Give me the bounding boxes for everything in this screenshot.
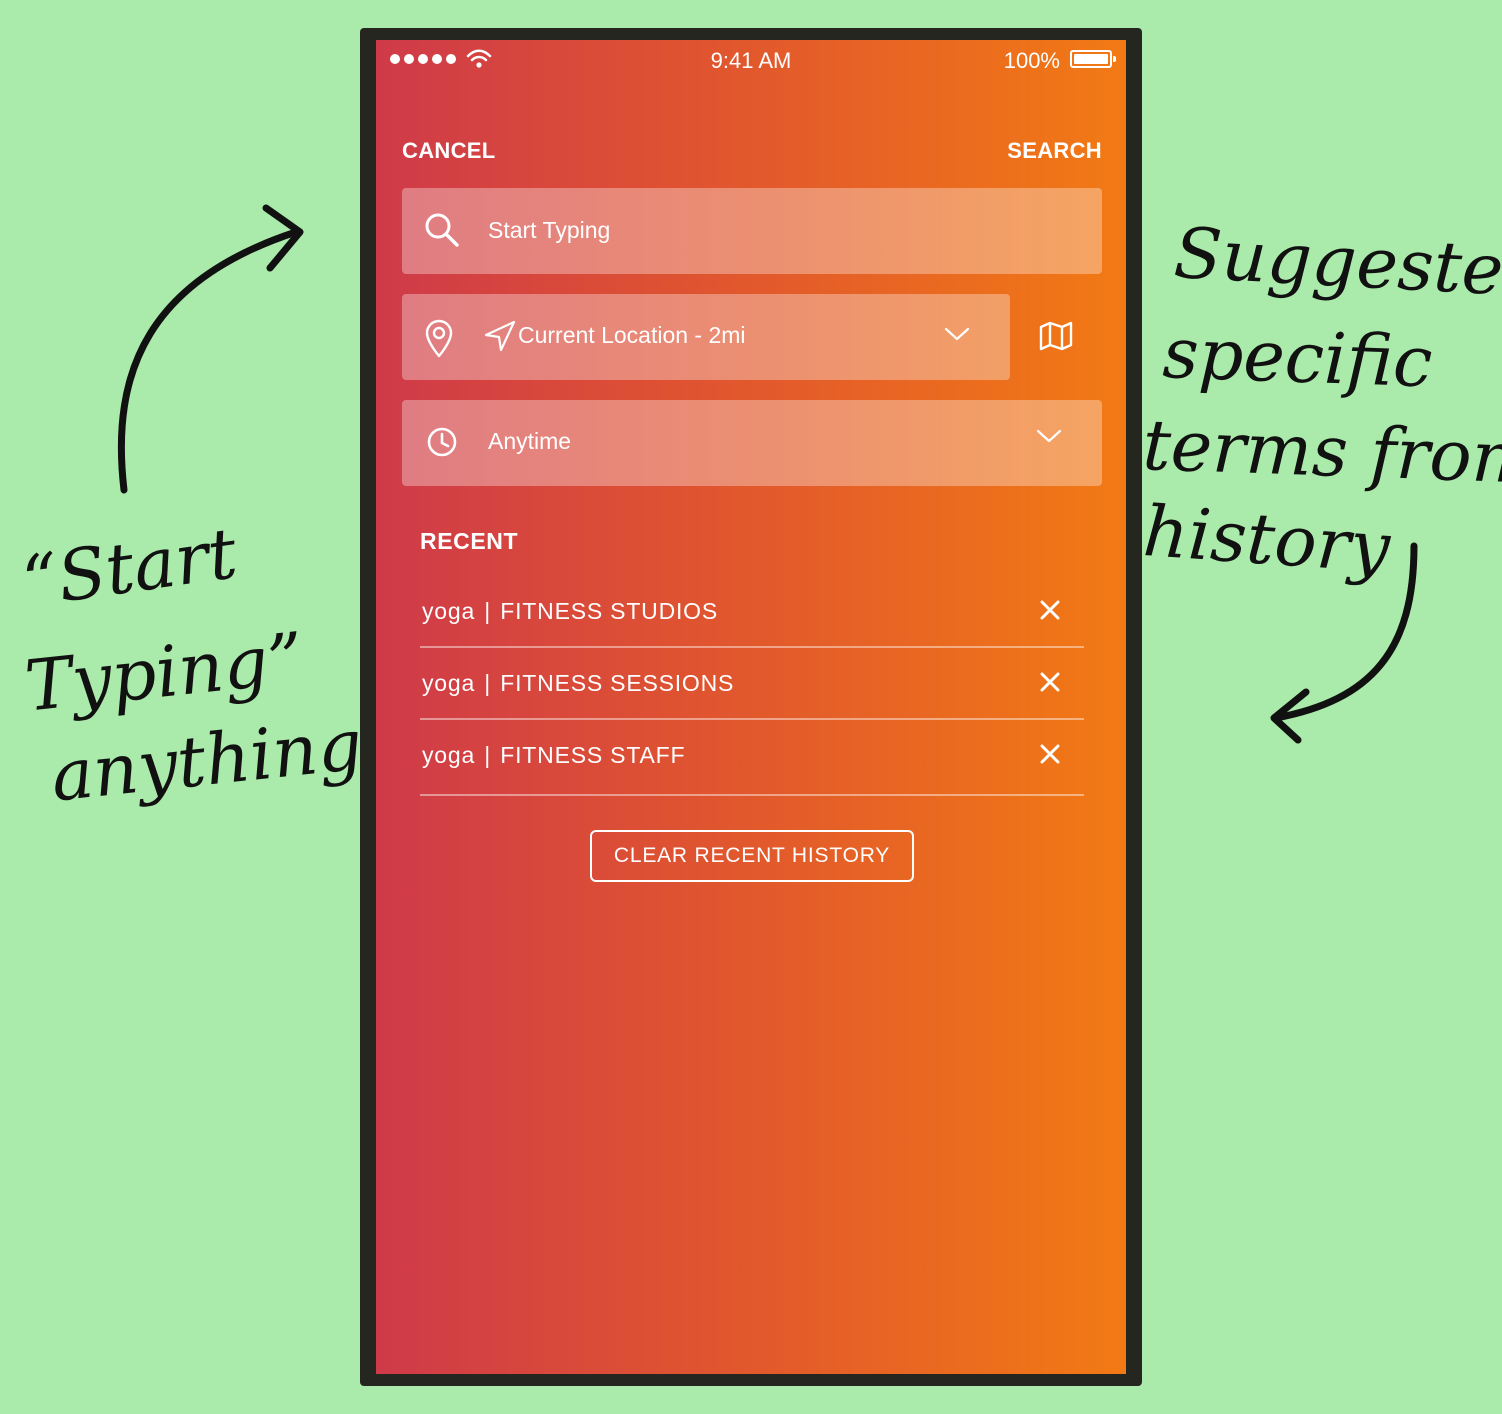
annotation-arrow-left [117,204,304,494]
time-value: Anytime [488,428,572,454]
recent-list: yoga | FITNESS STUDIOS yoga | FITNESS SE… [420,576,1084,796]
recent-item[interactable]: yoga | FITNESS SESSIONS [420,648,1084,720]
annotation-left-line-2: Typing” [21,616,308,728]
recent-category: FITNESS STUDIOS [500,598,719,624]
search-input[interactable] [488,210,1068,250]
recent-separator: | [484,670,492,696]
battery-percentage: 100% [1003,48,1060,73]
recent-item-label: yoga | FITNESS SESSIONS [422,670,734,697]
clear-recent-history-button[interactable]: CLEAR RECENT HISTORY [590,830,914,882]
map-pin-icon [425,319,453,358]
search-field[interactable] [402,188,1102,274]
location-dropdown[interactable]: Current Location - 2mi [402,294,1010,380]
screen: 9:41 AM 100% CANCEL SEARCH Current Locat… [376,40,1126,1374]
recent-category: FITNESS STAFF [500,742,686,768]
close-icon[interactable] [1040,744,1060,764]
recent-category: FITNESS SESSIONS [500,670,735,696]
cancel-button[interactable]: CANCEL [402,138,495,164]
annotation-right-line-1: Suggested [1172,212,1502,314]
location-value: Current Location - 2mi [518,322,746,348]
recent-term: yoga [422,598,476,624]
annotation-right-line-2: specific [1161,312,1434,404]
recent-item-label: yoga | FITNESS STAFF [422,742,685,769]
recent-separator: | [484,742,492,768]
chevron-down-icon [944,327,970,341]
close-icon[interactable] [1040,672,1060,692]
annotation-left-line-3: anything [47,703,367,818]
navigation-arrow-icon [484,320,516,352]
time-dropdown[interactable]: Anytime [402,400,1102,486]
recent-item-label: yoga | FITNESS STUDIOS [422,598,718,625]
search-icon [425,213,459,247]
search-button[interactable]: SEARCH [1007,138,1102,164]
annotation-right-line-3: terms from [1141,404,1502,500]
recent-item[interactable]: yoga | FITNESS STAFF [420,720,1084,796]
battery-icon [1070,50,1116,68]
recent-term: yoga [422,670,476,696]
recent-item[interactable]: yoga | FITNESS STUDIOS [420,576,1084,648]
close-icon[interactable] [1040,600,1060,620]
map-icon[interactable] [1038,320,1074,352]
clock-icon [427,427,457,457]
annotation-arrow-right [1270,542,1418,744]
recent-separator: | [484,598,492,624]
phone-frame: 9:41 AM 100% CANCEL SEARCH Current Locat… [360,28,1142,1386]
recent-term: yoga [422,742,476,768]
chevron-down-icon [1036,429,1062,443]
status-bar: 9:41 AM 100% [376,40,1126,84]
annotation-left-line-1: “Start [17,512,242,624]
recent-heading: RECENT [420,528,519,554]
